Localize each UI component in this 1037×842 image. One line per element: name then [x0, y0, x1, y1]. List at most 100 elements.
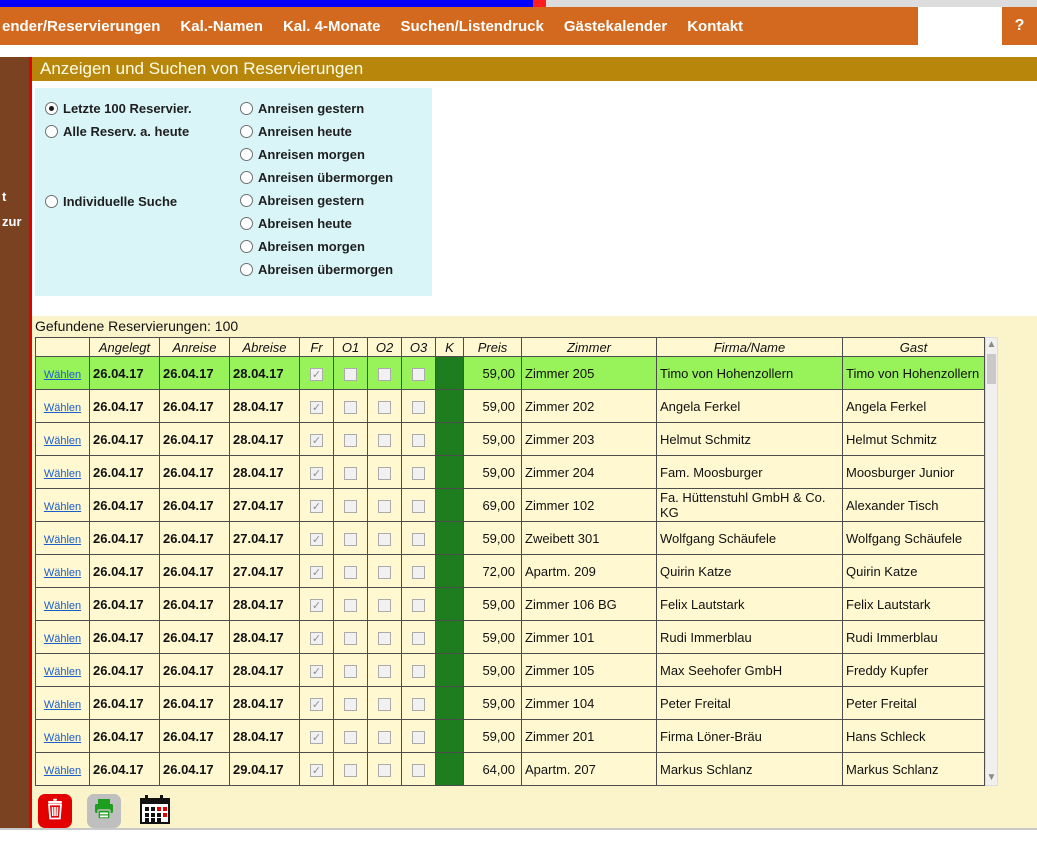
radio-button-icon[interactable] — [240, 171, 253, 184]
radio-option[interactable]: Abreisen gestern — [240, 189, 432, 212]
fr-checkbox[interactable] — [310, 368, 323, 381]
radio-button-icon[interactable] — [240, 263, 253, 276]
menu-item[interactable]: Gästekalender — [554, 18, 677, 35]
o2-checkbox[interactable] — [378, 698, 391, 711]
o1-checkbox[interactable] — [344, 566, 357, 579]
scrollbar-down-icon[interactable]: ▼ — [986, 771, 997, 785]
o3-checkbox[interactable] — [412, 731, 425, 744]
o3-checkbox[interactable] — [412, 368, 425, 381]
radio-button-icon[interactable] — [240, 102, 253, 115]
o3-checkbox[interactable] — [412, 500, 425, 513]
radio-button-icon[interactable] — [45, 125, 58, 138]
menu-item[interactable]: Suchen/Listendruck — [390, 18, 553, 35]
radio-button-icon[interactable] — [45, 195, 58, 208]
calendar-button[interactable] — [136, 794, 174, 828]
radio-option[interactable]: Anreisen gestern — [240, 97, 432, 120]
waehlen-link[interactable]: Wählen — [44, 666, 81, 678]
help-button[interactable]: ? — [1002, 7, 1037, 45]
fr-checkbox[interactable] — [310, 434, 323, 447]
delete-button[interactable] — [38, 794, 72, 828]
fr-checkbox[interactable] — [310, 599, 323, 612]
radio-option[interactable]: Anreisen heute — [240, 120, 432, 143]
o1-checkbox[interactable] — [344, 500, 357, 513]
o3-checkbox[interactable] — [412, 401, 425, 414]
waehlen-link[interactable]: Wählen — [44, 534, 81, 546]
radio-option[interactable]: Individuelle Suche — [45, 190, 240, 213]
o3-checkbox[interactable] — [412, 632, 425, 645]
waehlen-link[interactable]: Wählen — [44, 435, 81, 447]
waehlen-link[interactable]: Wählen — [44, 567, 81, 579]
fr-checkbox[interactable] — [310, 764, 323, 777]
o2-checkbox[interactable] — [378, 665, 391, 678]
menu-item[interactable]: Kal. 4-Monate — [273, 18, 391, 35]
radio-option[interactable]: Anreisen morgen — [240, 143, 432, 166]
fr-checkbox[interactable] — [310, 467, 323, 480]
o3-checkbox[interactable] — [412, 533, 425, 546]
o3-checkbox[interactable] — [412, 764, 425, 777]
radio-button-icon[interactable] — [240, 125, 253, 138]
fr-checkbox[interactable] — [310, 533, 323, 546]
radio-option[interactable]: Anreisen übermorgen — [240, 166, 432, 189]
fr-checkbox[interactable] — [310, 731, 323, 744]
o2-checkbox[interactable] — [378, 764, 391, 777]
fr-checkbox[interactable] — [310, 665, 323, 678]
radio-option[interactable]: Abreisen morgen — [240, 235, 432, 258]
o1-checkbox[interactable] — [344, 368, 357, 381]
o2-checkbox[interactable] — [378, 401, 391, 414]
print-button[interactable] — [87, 794, 121, 828]
o1-checkbox[interactable] — [344, 764, 357, 777]
waehlen-link[interactable]: Wählen — [44, 468, 81, 480]
menu-item[interactable]: ender/Reservierungen — [0, 18, 170, 35]
o3-checkbox[interactable] — [412, 467, 425, 480]
o1-checkbox[interactable] — [344, 434, 357, 447]
fr-checkbox[interactable] — [310, 401, 323, 414]
fr-checkbox[interactable] — [310, 632, 323, 645]
o1-checkbox[interactable] — [344, 467, 357, 480]
o1-checkbox[interactable] — [344, 599, 357, 612]
o2-checkbox[interactable] — [378, 566, 391, 579]
waehlen-link[interactable]: Wählen — [44, 402, 81, 414]
o3-checkbox[interactable] — [412, 566, 425, 579]
radio-button-icon[interactable] — [240, 148, 253, 161]
o2-checkbox[interactable] — [378, 434, 391, 447]
waehlen-link[interactable]: Wählen — [44, 699, 81, 711]
o2-checkbox[interactable] — [378, 467, 391, 480]
o3-checkbox[interactable] — [412, 434, 425, 447]
waehlen-link[interactable]: Wählen — [44, 633, 81, 645]
radio-option[interactable]: Alle Reserv. a. heute — [45, 120, 240, 143]
o3-checkbox[interactable] — [412, 599, 425, 612]
fr-checkbox[interactable] — [310, 566, 323, 579]
o1-checkbox[interactable] — [344, 533, 357, 546]
scrollbar-thumb[interactable] — [987, 354, 996, 384]
o1-checkbox[interactable] — [344, 698, 357, 711]
o1-checkbox[interactable] — [344, 665, 357, 678]
radio-option[interactable]: Abreisen übermorgen — [240, 258, 432, 281]
o1-checkbox[interactable] — [344, 401, 357, 414]
o2-checkbox[interactable] — [378, 731, 391, 744]
radio-button-icon[interactable] — [240, 217, 253, 230]
o2-checkbox[interactable] — [378, 368, 391, 381]
o2-checkbox[interactable] — [378, 599, 391, 612]
radio-option[interactable]: Abreisen heute — [240, 212, 432, 235]
waehlen-link[interactable]: Wählen — [44, 501, 81, 513]
scrollbar-up-icon[interactable]: ▲ — [986, 338, 997, 352]
radio-button-icon[interactable] — [45, 102, 58, 115]
menu-item[interactable]: Kal.-Namen — [170, 18, 273, 35]
radio-button-icon[interactable] — [240, 240, 253, 253]
waehlen-link[interactable]: Wählen — [44, 732, 81, 744]
fr-checkbox[interactable] — [310, 500, 323, 513]
waehlen-link[interactable]: Wählen — [44, 600, 81, 612]
o1-checkbox[interactable] — [344, 731, 357, 744]
o3-checkbox[interactable] — [412, 698, 425, 711]
fr-checkbox[interactable] — [310, 698, 323, 711]
table-scrollbar[interactable]: ▲ ▼ — [985, 337, 998, 786]
radio-option[interactable]: Letzte 100 Reservier. — [45, 97, 240, 120]
waehlen-link[interactable]: Wählen — [44, 369, 81, 381]
o2-checkbox[interactable] — [378, 533, 391, 546]
waehlen-link[interactable]: Wählen — [44, 765, 81, 777]
o3-checkbox[interactable] — [412, 665, 425, 678]
o2-checkbox[interactable] — [378, 500, 391, 513]
o1-checkbox[interactable] — [344, 632, 357, 645]
radio-button-icon[interactable] — [240, 194, 253, 207]
menu-item[interactable]: Kontakt — [677, 18, 753, 35]
